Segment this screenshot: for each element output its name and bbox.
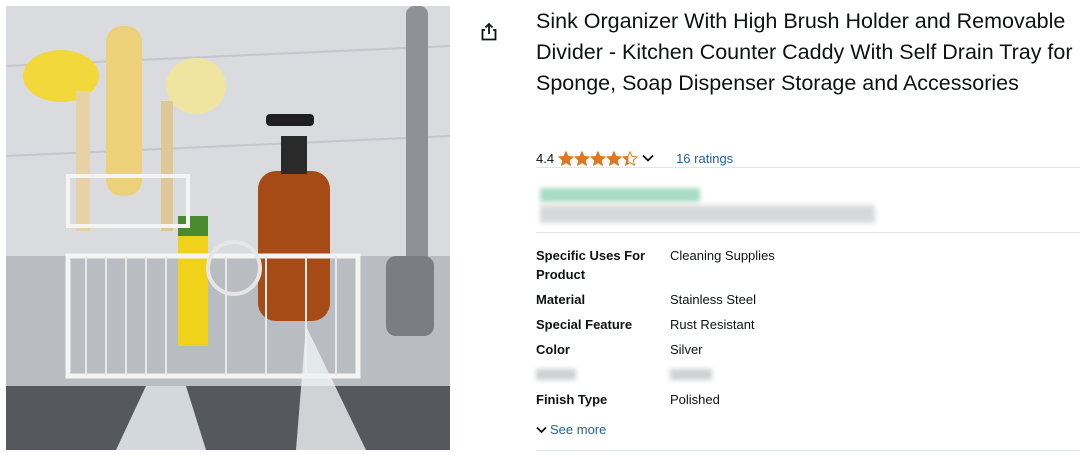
product-photo — [6, 6, 450, 450]
spec-key: Special Feature — [536, 317, 633, 332]
product-title: Sink Organizer With High Brush Holder an… — [536, 9, 1073, 95]
chevron-down-icon — [536, 426, 547, 433]
spec-value: Polished — [670, 392, 720, 407]
spec-value: Stainless Steel — [670, 292, 756, 307]
spec-value: Cleaning Supplies — [670, 248, 775, 263]
divider — [536, 167, 1080, 168]
spec-value: Rust Resistant — [670, 317, 755, 332]
spec-key: Material — [536, 292, 586, 307]
divider — [536, 232, 1080, 233]
see-more-label: See more — [550, 422, 607, 437]
rating-row: 4.4 16 ratings — [536, 148, 733, 168]
rating-value: 4.4 — [536, 150, 555, 166]
star-icon — [558, 150, 575, 166]
star-icon — [606, 150, 623, 166]
share-button[interactable] — [478, 20, 500, 44]
star-icon — [590, 150, 607, 166]
share-icon — [481, 23, 497, 41]
redacted-spec-key — [536, 369, 576, 380]
spec-key: Specific Uses For Product — [536, 248, 646, 282]
star-icon — [574, 150, 591, 166]
star-rating[interactable] — [558, 150, 639, 166]
ratings-count-link[interactable]: 16 ratings — [676, 151, 733, 166]
spec-value: Silver — [670, 342, 703, 357]
redacted-spec-value — [670, 369, 712, 380]
spec-key: Finish Type — [536, 392, 608, 407]
rating-dropdown-button[interactable] — [642, 154, 654, 162]
chevron-down-icon — [642, 154, 654, 162]
product-image[interactable] — [6, 6, 450, 450]
redacted-price-detail — [540, 205, 875, 223]
redacted-price — [540, 188, 700, 202]
spec-key: Color — [536, 342, 570, 357]
see-more-link[interactable]: See more — [536, 422, 606, 437]
star-icon — [622, 150, 639, 166]
divider — [536, 450, 1080, 451]
